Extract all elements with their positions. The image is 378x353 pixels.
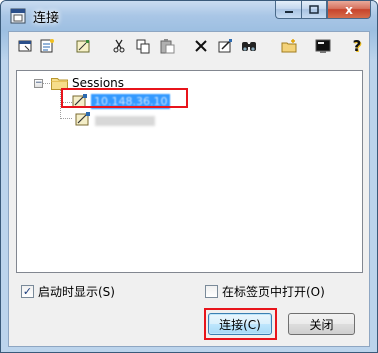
show-on-startup-checkbox[interactable]: ✓ [21, 285, 34, 298]
minimize-button[interactable] [275, 1, 301, 19]
caption-buttons: x [275, 1, 371, 21]
session-tree[interactable]: − Sessions 10.148.36.10 [16, 70, 363, 273]
close-button[interactable]: 关闭 [288, 313, 355, 335]
properties-icon[interactable] [73, 36, 93, 56]
minimize-icon [284, 10, 293, 13]
show-on-startup-option[interactable]: ✓ 启动时显示(S) [21, 283, 115, 300]
maximize-icon [309, 5, 319, 14]
connect-icon[interactable] [15, 36, 35, 56]
paste-icon[interactable] [157, 36, 177, 56]
help-icon[interactable]: ? [347, 36, 367, 56]
close-window-button[interactable]: x [327, 1, 371, 19]
highlight-box [61, 88, 188, 108]
close-icon: x [345, 2, 353, 17]
open-in-tab-label[interactable]: 在标签页中打开(O) [222, 283, 325, 300]
new-session-icon[interactable] [37, 36, 57, 56]
app-icon [10, 8, 26, 24]
toolbar: ? [9, 32, 369, 60]
cut-icon[interactable] [109, 36, 129, 56]
tree-connector [60, 118, 72, 119]
session-item-label[interactable] [95, 116, 155, 126]
highlight-box [204, 308, 277, 340]
session-icon [75, 112, 90, 126]
dialog-body: ? − Sessions 10.148.36.10 ✓ 启动时显示(S) 在标签… [8, 31, 370, 347]
open-in-tab-option[interactable]: 在标签页中打开(O) [205, 283, 325, 300]
terminal-icon[interactable] [313, 36, 333, 56]
delete-icon[interactable] [191, 36, 211, 56]
maximize-button[interactable] [301, 1, 327, 19]
find-icon[interactable] [239, 36, 259, 56]
copy-icon[interactable] [133, 36, 153, 56]
new-folder-icon[interactable] [279, 36, 299, 56]
open-in-tab-checkbox[interactable] [205, 285, 218, 298]
show-on-startup-label[interactable]: 启动时显示(S) [38, 283, 115, 300]
window-title: 连接 [33, 11, 60, 26]
edit-icon[interactable] [215, 36, 235, 56]
collapse-sessions-toggle[interactable]: − [34, 79, 43, 88]
tree-connector [43, 83, 50, 84]
title-bar: 连接 x [1, 1, 377, 31]
connect-dialog: 连接 x ? − Sessions 10.148.36.10 ✓ 启动时显示(S… [0, 0, 378, 353]
